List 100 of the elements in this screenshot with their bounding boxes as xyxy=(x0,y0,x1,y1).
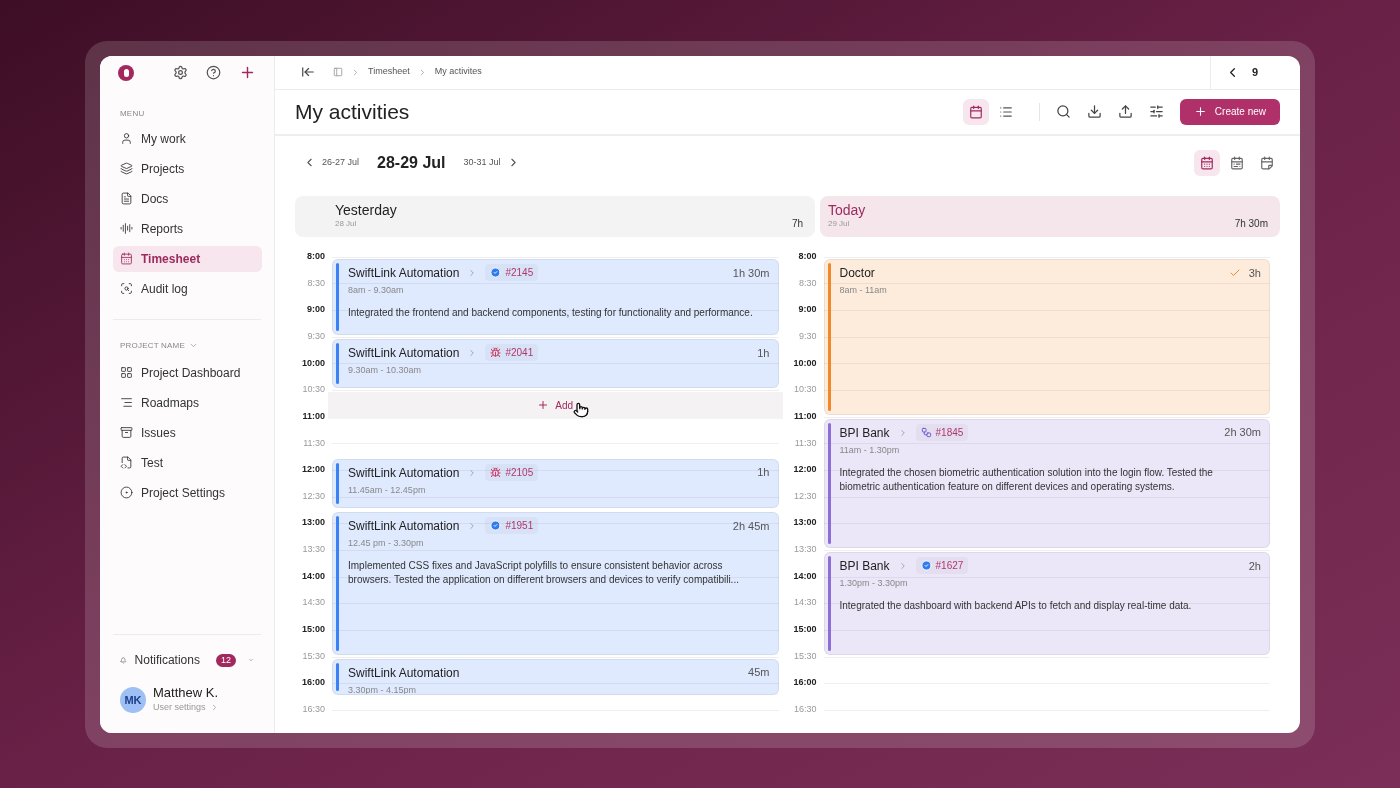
time-label: 15:00 xyxy=(301,623,325,637)
calendar-view-button[interactable] xyxy=(962,98,989,125)
issue-tag[interactable]: #2145 xyxy=(485,264,539,282)
sidebar-item[interactable]: Project Dashboard xyxy=(113,359,262,386)
time-label: 14:00 xyxy=(793,569,817,583)
upload-icon[interactable] xyxy=(1117,104,1133,119)
nodes-icon xyxy=(920,427,932,439)
plus-icon xyxy=(537,399,550,412)
event-title: SwiftLink Automation xyxy=(348,264,460,282)
notifications-label[interactable]: Notifications xyxy=(134,651,200,669)
time-label: 14:00 xyxy=(301,569,325,583)
time-label: 8:00 xyxy=(798,250,817,264)
time-label: 11:30 xyxy=(794,436,817,450)
sidebar-item[interactable]: Roadmaps xyxy=(113,389,262,416)
breadcrumb-link[interactable]: Timesheet xyxy=(368,65,410,79)
event-duration: 1h xyxy=(757,345,770,361)
time-label: 10:00 xyxy=(793,356,817,370)
panel-icon xyxy=(333,67,343,77)
calendar-icon xyxy=(968,104,983,119)
count-badge: 12 xyxy=(215,653,236,667)
time-label: 16:30 xyxy=(302,702,325,716)
time-label: 10:00 xyxy=(301,356,325,370)
time-label: 11:00 xyxy=(793,409,817,423)
issue-tag[interactable]: #1951 xyxy=(485,517,539,535)
time-label: 12:30 xyxy=(302,489,325,503)
event-time: 11am - 1.30pm xyxy=(839,443,901,457)
lines-icon xyxy=(120,396,133,409)
sidebar-item[interactable]: Timesheet xyxy=(113,245,262,272)
day-total: 7h 30m xyxy=(1234,216,1268,231)
logo-icon[interactable] xyxy=(118,64,134,81)
search-icon[interactable] xyxy=(1055,104,1071,119)
plus-icon[interactable] xyxy=(239,64,256,81)
event-card[interactable]: SwiftLink Automation #2145 1h 30m 8am - 9.30am Integrated the frontend and backend components, testing for functionality and performance. xyxy=(332,258,779,335)
time-label: 16:00 xyxy=(793,676,817,690)
time-label: 10:30 xyxy=(302,383,325,397)
box-icon xyxy=(120,426,133,439)
event-duration: 2h xyxy=(1248,558,1261,574)
event-duration: 1h 30m xyxy=(732,265,770,281)
create-new-button[interactable]: Create new xyxy=(1179,98,1280,125)
previous-range-link[interactable]: 26-27 Jul xyxy=(322,155,360,170)
chevron-right-icon xyxy=(351,67,360,77)
time-label: 8:30 xyxy=(307,276,325,290)
collapse-icon[interactable] xyxy=(301,65,315,79)
sidebar-item[interactable]: Project Settings xyxy=(113,479,262,506)
event-card[interactable]: SwiftLink Automation #2105 1h 11.45am - 12.45pm xyxy=(332,458,779,508)
next-range-link[interactable]: 30-31 Jul xyxy=(463,155,501,170)
time-label: 14:30 xyxy=(793,596,817,610)
avatar[interactable]: MK xyxy=(120,686,146,713)
sidebar-item[interactable]: Projects xyxy=(113,155,262,182)
page-count: 9 xyxy=(1252,64,1259,80)
sidebar-item[interactable]: Docs xyxy=(113,185,262,212)
sidebar-item[interactable]: Issues xyxy=(113,419,262,446)
event-time: 12.45 pm - 3.30pm xyxy=(348,536,425,550)
time-label: 8:30 xyxy=(798,276,817,290)
time-label: 13:00 xyxy=(793,516,817,530)
event-card[interactable]: Doctor 3h 8am - 11am xyxy=(823,258,1270,415)
time-label: 9:00 xyxy=(798,303,817,317)
event-time: 1.30pm - 3.30pm xyxy=(839,576,909,590)
event-title: SwiftLink Automation xyxy=(348,517,460,535)
check-circle-icon xyxy=(490,267,502,279)
event-time: 11.45am - 12.45pm xyxy=(348,483,427,497)
user-name: Matthew K. xyxy=(153,685,219,701)
event-time: 8am - 11am xyxy=(839,283,888,297)
help-icon[interactable] xyxy=(206,65,221,80)
event-card[interactable]: SwiftLink Automation #2041 1h 9.30am - 10.30am xyxy=(332,338,779,389)
event-card[interactable]: SwiftLink Automation 45m 3.30pm - 4.15pm xyxy=(332,658,779,695)
grid-icon xyxy=(120,366,133,379)
event-card[interactable]: BPI Bank #1627 2h 1.30pm - 3.30pm Integrated the dashboard with backend APIs to fetch and display real-time data. xyxy=(823,551,1270,655)
calendar-icon xyxy=(1200,155,1214,170)
section-label: PROJECT NAME xyxy=(120,339,185,352)
issue-tag[interactable]: #2105 xyxy=(485,464,539,482)
calendar-icon xyxy=(120,252,133,265)
event-card[interactable] xyxy=(332,511,779,655)
event-card[interactable]: BPI Bank #1845 2h 30m 11am - 1.30pm Integrated the chosen biometric authentication solution into the login flow. Tested the biometric authentication feature on different devices and operating systems. xyxy=(823,418,1270,548)
breadcrumb-link[interactable]: My activites xyxy=(434,65,482,79)
filter-icon[interactable] xyxy=(1148,104,1164,119)
sidebar-item[interactable]: Test xyxy=(113,449,262,476)
sidebar-item[interactable]: Reports xyxy=(113,215,262,242)
time-label: 12:30 xyxy=(793,489,817,503)
issue-tag[interactable]: #1627 xyxy=(915,557,969,575)
event-title: SwiftLink Automation xyxy=(348,344,460,362)
time-label: 8:00 xyxy=(307,250,325,264)
issue-tag[interactable]: #1845 xyxy=(915,424,969,442)
bars-icon xyxy=(120,222,133,235)
sidebar-item[interactable]: Audit log xyxy=(113,275,262,302)
issue-tag[interactable]: #2041 xyxy=(485,344,539,362)
event-time: 3.30pm - 4.15pm xyxy=(348,683,418,694)
event-duration: 45m xyxy=(748,665,770,681)
add-entry-button[interactable]: Add xyxy=(328,392,783,419)
event-duration: 2h 30m xyxy=(1224,425,1261,441)
time-label: 9:30 xyxy=(307,330,325,343)
check-circle-icon xyxy=(490,520,502,532)
sidebar-item[interactable]: My work xyxy=(113,125,262,152)
calendar-icon xyxy=(1230,155,1244,170)
time-label: 11:30 xyxy=(303,436,325,450)
time-label: 13:30 xyxy=(302,543,325,557)
check-circle-icon xyxy=(920,560,932,572)
download-icon[interactable] xyxy=(1086,104,1102,119)
layers-icon xyxy=(120,162,133,175)
calendar-range-button[interactable] xyxy=(1194,149,1220,176)
